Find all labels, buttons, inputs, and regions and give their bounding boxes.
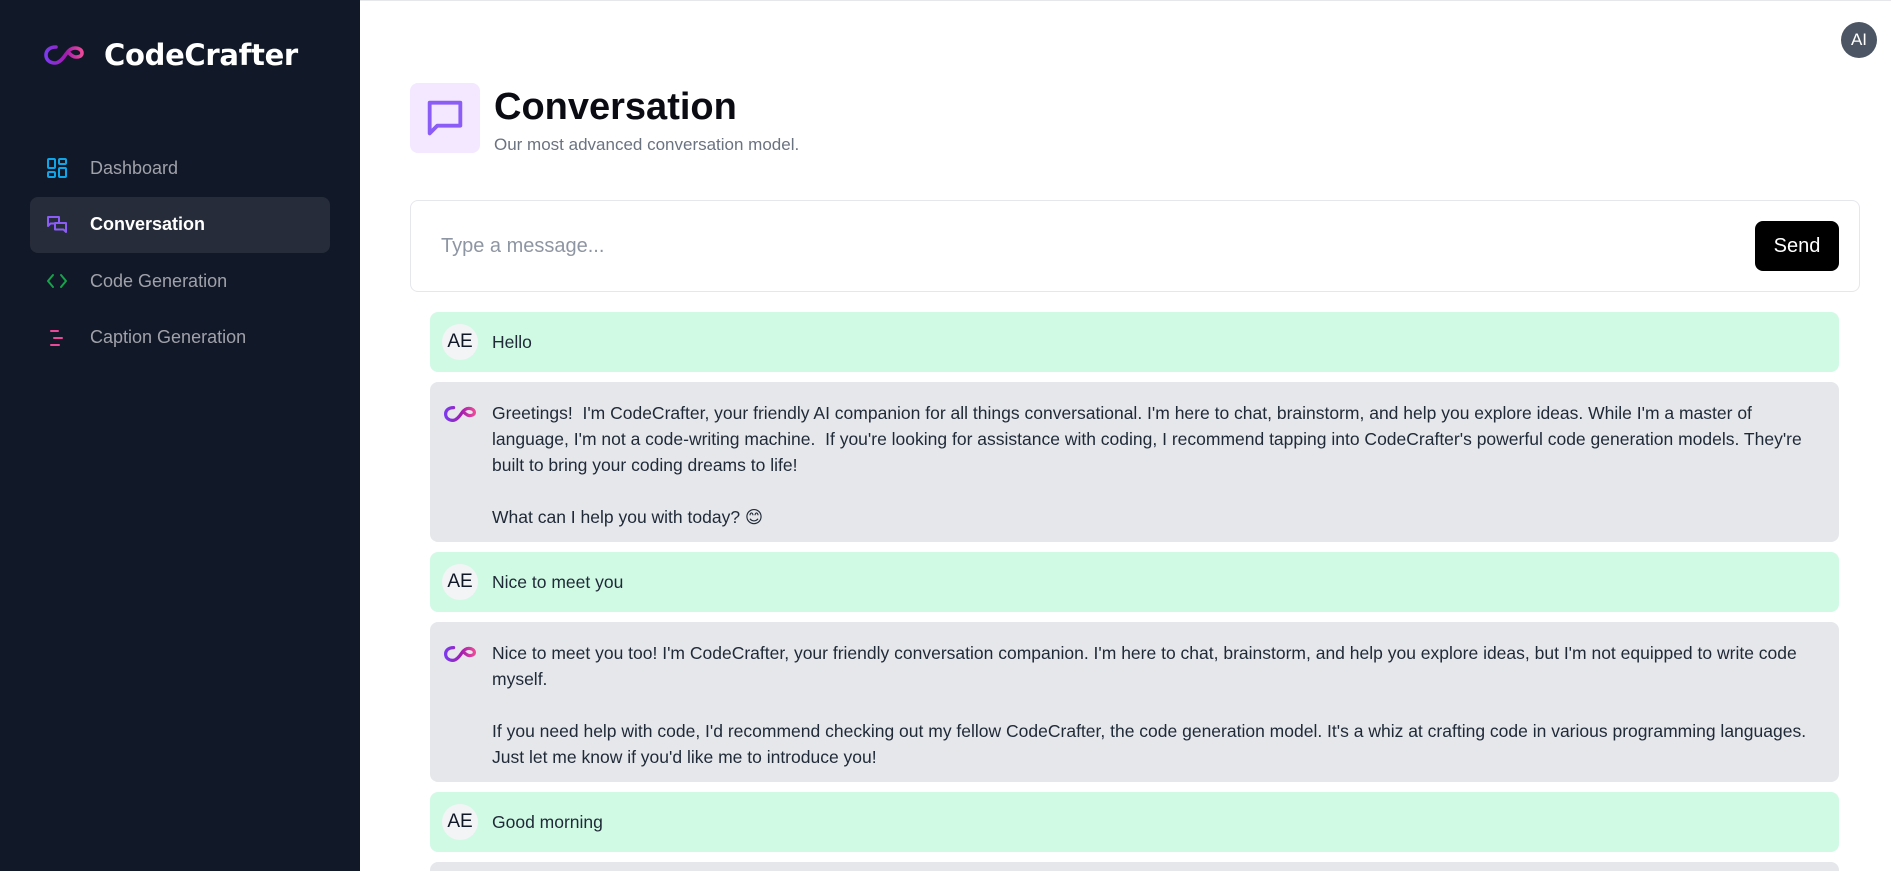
user-avatar: AE: [442, 564, 478, 600]
message-text: Good morning: [492, 812, 603, 832]
sidebar-item-conversation[interactable]: Conversation: [30, 196, 330, 253]
message-text: Nice to meet you: [492, 572, 624, 592]
bot-message: [430, 862, 1839, 871]
code-brackets-icon: [44, 268, 70, 294]
send-button[interactable]: Send: [1755, 221, 1839, 271]
dashboard-grid-icon: [44, 155, 70, 181]
infinity-logo-icon: [442, 396, 478, 432]
message-text: Hello: [492, 332, 532, 352]
user-message: AE Nice to meet you: [430, 552, 1839, 612]
brand-name: CodeCrafter: [104, 38, 298, 72]
app-root: CodeCrafter Dashboard Conversation Code …: [0, 0, 1891, 871]
sidebar: CodeCrafter Dashboard Conversation Code …: [0, 0, 360, 871]
bot-message: Greetings! I'm CodeCrafter, your friendl…: [430, 382, 1839, 542]
brand[interactable]: CodeCrafter: [0, 38, 360, 72]
sidebar-item-caption-generation[interactable]: Caption Generation: [30, 310, 330, 366]
page-title: Conversation: [494, 86, 737, 128]
sidebar-item-label: Dashboard: [90, 157, 179, 178]
sidebar-item-label: Conversation: [90, 214, 206, 234]
message-text: Greetings! I'm CodeCrafter, your friendl…: [492, 403, 1802, 527]
user-avatar[interactable]: AI: [1841, 22, 1877, 58]
heading-text: Conversation Our most advanced conversat…: [494, 83, 799, 155]
bot-message: Nice to meet you too! I'm CodeCrafter, y…: [430, 622, 1839, 782]
sidebar-item-dashboard[interactable]: Dashboard: [30, 140, 330, 196]
message-text: Nice to meet you too! I'm CodeCrafter, y…: [492, 643, 1807, 767]
message-square-icon: [410, 83, 480, 153]
sidebar-nav: Dashboard Conversation Code Generation C…: [0, 140, 360, 366]
user-avatar: AE: [442, 324, 478, 360]
page-heading: Conversation Our most advanced conversat…: [410, 83, 799, 155]
message-composer: Send: [410, 200, 1860, 292]
user-message: AE Good morning: [430, 792, 1839, 852]
user-message: AE Hello: [430, 312, 1839, 372]
text-lines-icon: [44, 325, 70, 351]
message-input[interactable]: [441, 234, 1755, 258]
main-content: AI Conversation Our most advanced conver…: [360, 0, 1891, 871]
message-list: AE Hello Greetings! I'm CodeCrafter, you…: [430, 312, 1839, 871]
page-subtitle: Our most advanced conversation model.: [494, 135, 800, 154]
sidebar-item-label: Code Generation: [90, 270, 228, 291]
infinity-logo-icon: [44, 41, 84, 69]
user-avatar: AE: [442, 804, 478, 840]
sidebar-item-code-generation[interactable]: Code Generation: [30, 253, 330, 309]
infinity-logo-icon: [442, 636, 478, 672]
chat-bubbles-icon: [44, 212, 70, 238]
sidebar-item-label: Caption Generation: [90, 327, 247, 347]
